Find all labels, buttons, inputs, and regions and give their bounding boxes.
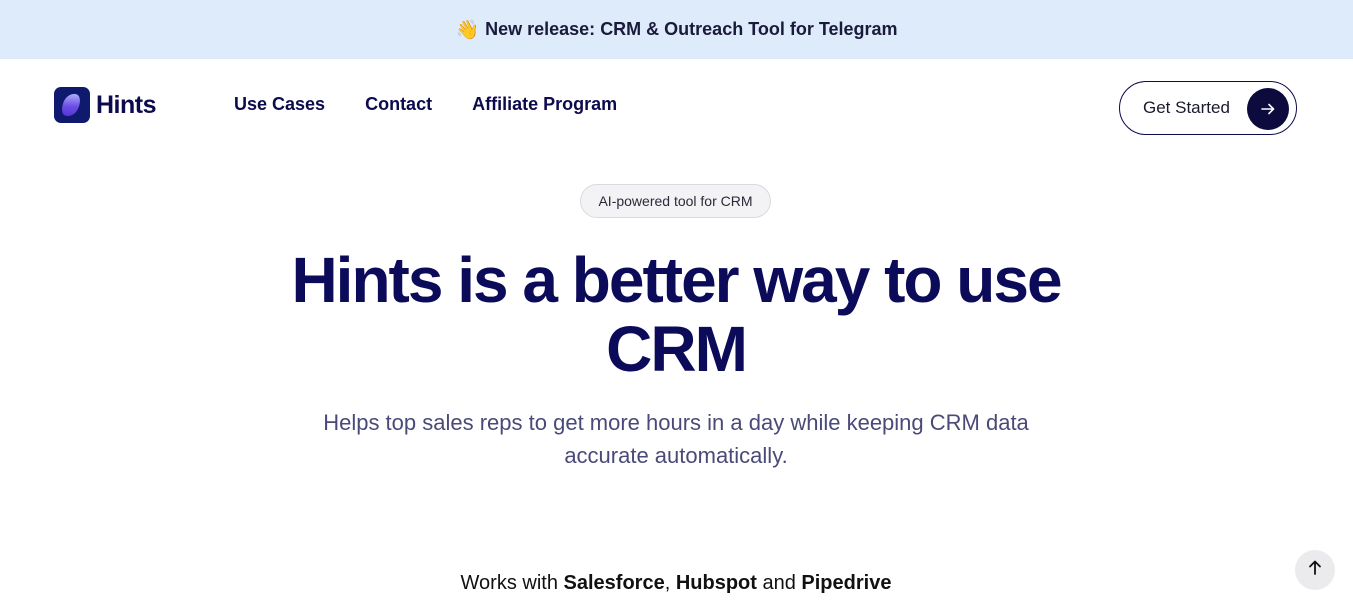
main-nav: Use Cases Contact Affiliate Program bbox=[234, 94, 617, 115]
hero-badge: AI-powered tool for CRM bbox=[580, 184, 771, 218]
works-with-prefix: Works with bbox=[460, 572, 558, 594]
works-with-salesforce: Salesforce bbox=[563, 572, 665, 594]
hero-headline: Hints is a better way to use CRM bbox=[291, 244, 1062, 385]
get-started-label: Get Started bbox=[1143, 98, 1230, 117]
logo[interactable]: Hints bbox=[54, 87, 157, 123]
nav-use-cases[interactable]: Use Cases bbox=[234, 94, 325, 115]
works-with-separator: , bbox=[664, 572, 671, 594]
logo-mark-icon bbox=[54, 87, 90, 123]
banner-prefix: New release: bbox=[485, 19, 596, 39]
hero-subtitle: Helps top sales reps to get more hours i… bbox=[323, 410, 1029, 468]
scroll-to-top-button[interactable] bbox=[1295, 550, 1335, 590]
announcement-banner[interactable]: 👋 New release: CRM & Outreach Tool for T… bbox=[0, 0, 1353, 59]
banner-text: CRM & Outreach Tool for Telegram bbox=[600, 19, 898, 39]
works-with-hubspot: Hubspot bbox=[675, 572, 757, 594]
works-with-and: and bbox=[762, 572, 796, 594]
works-with-line: Works with Salesforce, Hubspot and Piped… bbox=[376, 572, 976, 595]
nav-affiliate-program[interactable]: Affiliate Program bbox=[472, 94, 617, 115]
get-started-button[interactable]: Get Started bbox=[1119, 81, 1297, 135]
arrow-right-icon bbox=[1247, 88, 1289, 130]
nav-contact[interactable]: Contact bbox=[365, 94, 432, 115]
arrow-up-icon bbox=[1306, 559, 1324, 582]
works-with-pipedrive: Pipedrive bbox=[801, 572, 892, 594]
logo-text: Hints bbox=[96, 90, 157, 119]
waving-hand-icon: 👋 bbox=[455, 19, 480, 41]
